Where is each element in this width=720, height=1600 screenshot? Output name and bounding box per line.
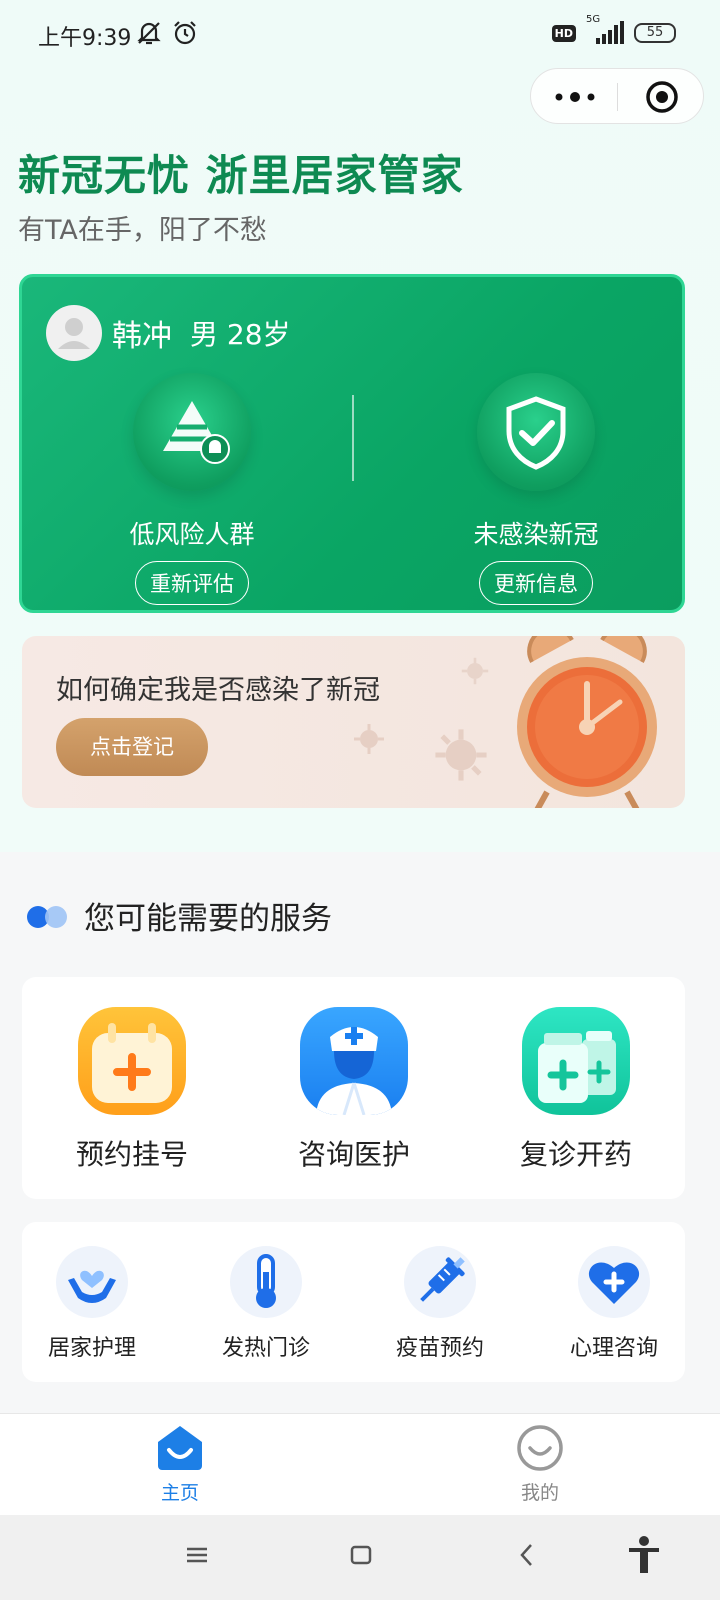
shield-check-icon (477, 373, 595, 491)
register-button[interactable]: 点击登记 (56, 718, 208, 776)
miniprogram-capsule (530, 68, 704, 124)
tab-home[interactable]: 主页 (120, 1424, 240, 1505)
hd-badge: HD (551, 24, 576, 42)
network-type: 5G (586, 14, 601, 25)
service-home-care[interactable]: 居家护理 (22, 1246, 162, 1362)
infection-status: 未感染新冠 更新信息 (386, 373, 682, 605)
mute-bell-icon (134, 18, 164, 52)
risk-pyramid-icon (133, 373, 251, 491)
service-appointment[interactable]: 预约挂号 (52, 1007, 212, 1173)
back-icon[interactable] (516, 1541, 538, 1569)
service-prescription[interactable]: 复诊开药 (496, 1007, 656, 1173)
more-options-icon[interactable] (553, 87, 603, 107)
tab-label: 我的 (520, 1482, 559, 1504)
card-divider (352, 395, 354, 481)
risk-status: 低风险人群 重新评估 (42, 373, 342, 605)
user-name: 韩冲 (112, 319, 172, 354)
risk-label: 低风险人群 (129, 520, 255, 549)
signal-icon: 5G (584, 14, 626, 46)
page-subtitle: 有TA在手，阳了不愁 (18, 215, 267, 246)
service-consult[interactable]: 咨询医护 (274, 1007, 434, 1173)
service-label: 疫苗预约 (395, 1336, 484, 1361)
reassess-button[interactable]: 重新评估 (135, 561, 249, 605)
smile-icon (517, 1425, 563, 1471)
banner-text: 如何确定我是否感染了新冠 (56, 675, 380, 706)
status-time: 上午9:39 (38, 26, 132, 51)
thermometer-icon (230, 1246, 302, 1318)
home-icon (158, 1426, 202, 1470)
heart-plus-icon (578, 1246, 650, 1318)
care-hands-icon (56, 1246, 128, 1318)
service-psychology[interactable]: 心理咨询 (544, 1246, 684, 1362)
service-label: 预约挂号 (75, 1138, 188, 1171)
bottom-tab-bar: 主页 我的 (0, 1413, 720, 1515)
battery-indicator: 55 (634, 23, 676, 43)
close-miniprogram-icon[interactable] (645, 80, 679, 114)
system-nav-bar (0, 1515, 720, 1600)
primary-services-card: 预约挂号 咨询医护 复诊开药 (22, 977, 685, 1199)
service-label: 发热门诊 (221, 1336, 310, 1361)
section-title: 您可能需要的服务 (84, 901, 332, 937)
tab-label: 主页 (160, 1482, 199, 1504)
page-title: 新冠无忧 浙里居家管家 (18, 151, 464, 200)
accessibility-icon[interactable] (626, 1535, 662, 1575)
virus-icon (435, 729, 487, 781)
virus-icon (354, 724, 384, 754)
menu-icon[interactable] (186, 1541, 208, 1569)
medicine-bottle-icon (522, 1007, 630, 1115)
section-dots-icon (27, 906, 67, 928)
health-profile-card: 韩冲 男 28岁 低风险人群 重新评估 未感染新冠 更新信息 (19, 274, 685, 613)
syringe-icon (404, 1246, 476, 1318)
avatar[interactable] (46, 305, 102, 361)
virus-icon (461, 657, 489, 685)
tab-mine[interactable]: 我的 (480, 1424, 600, 1505)
service-label: 咨询医护 (297, 1138, 410, 1171)
secondary-services-card: 居家护理 发热门诊 疫苗预约 心理咨询 (22, 1222, 685, 1382)
calendar-plus-icon (78, 1007, 186, 1115)
service-fever-clinic[interactable]: 发热门诊 (196, 1246, 336, 1362)
status-bar: 上午9:39 HD 5G 55 (0, 0, 720, 70)
service-label: 心理咨询 (569, 1336, 658, 1361)
alarm-clock-icon (517, 636, 657, 808)
user-silhouette-icon (58, 318, 90, 349)
update-info-button[interactable]: 更新信息 (479, 561, 593, 605)
alarm-clock-icon (170, 18, 200, 52)
service-vaccine[interactable]: 疫苗预约 (370, 1246, 510, 1362)
register-banner[interactable]: 如何确定我是否感染了新冠 点击登记 (22, 636, 685, 808)
user-gender-age: 男 28岁 (190, 318, 291, 351)
service-label: 复诊开药 (519, 1138, 632, 1171)
capsule-divider (617, 83, 618, 111)
home-square-icon[interactable] (350, 1541, 372, 1569)
service-label: 居家护理 (47, 1336, 136, 1361)
infection-label: 未感染新冠 (473, 520, 599, 549)
doctor-icon (300, 1007, 408, 1115)
